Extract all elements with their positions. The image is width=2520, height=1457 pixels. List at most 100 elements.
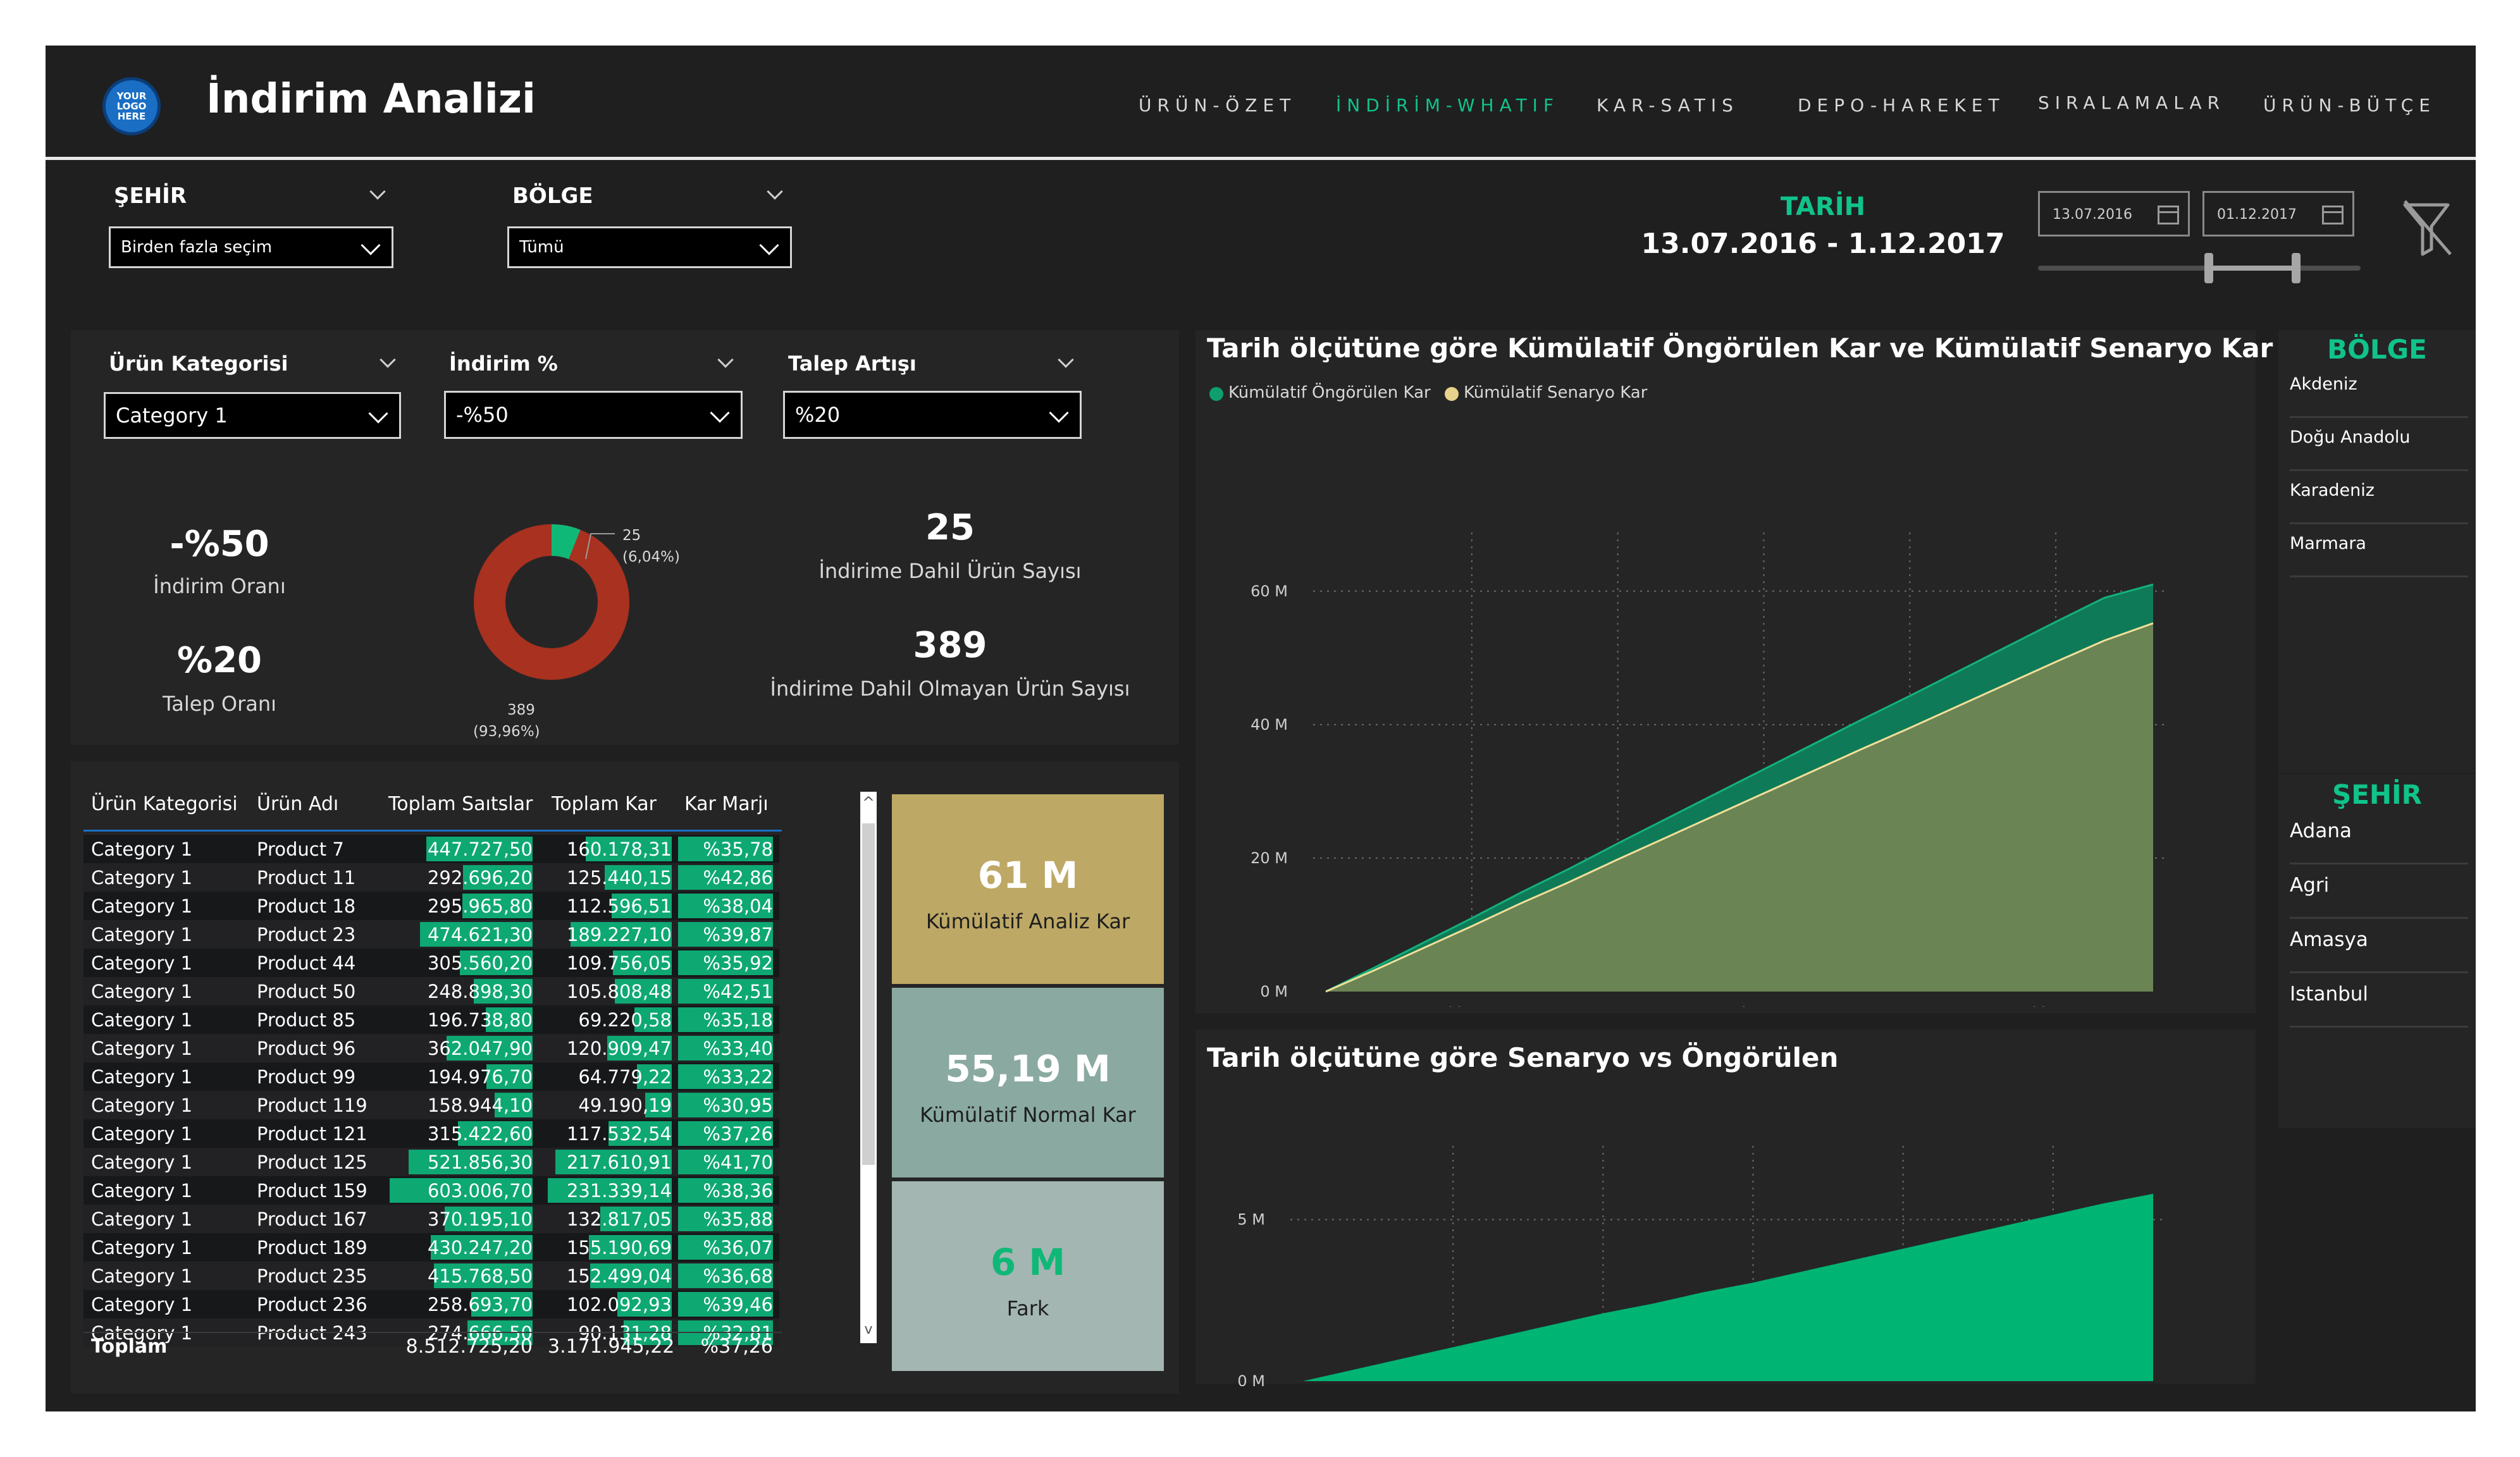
bolge-slicer-item[interactable]: Marmara xyxy=(2290,534,2467,553)
cell-toplam-kar: 160.178,31 xyxy=(566,839,672,860)
cell-kategori: Category 1 xyxy=(91,1095,193,1116)
cell-kar-marji: %38,04 xyxy=(703,895,773,917)
sehir-slicer-item[interactable]: Amasya xyxy=(2290,928,2467,951)
dahil-value: 25 xyxy=(925,507,975,548)
cumulative-area-chart: Eki 2016 Oca 2017 Nis 2017 Tem 2017 Eki 2017… xyxy=(1251,532,2166,1007)
cell-urun-adi: Product 119 xyxy=(257,1095,368,1116)
table-row[interactable]: Category 1 Product 125 521.856,30 217.610,9… xyxy=(83,1148,779,1176)
table-row[interactable]: Category 1 Product 236 258.693,70 102.092,9… xyxy=(83,1290,779,1319)
legend-label-senaryo[interactable]: Kümülatif Senaryo Kar xyxy=(1464,383,1647,402)
cell-toplam-satis: 196.738,80 xyxy=(427,1009,533,1031)
sehir-slicer-title: ŞEHİR xyxy=(2332,779,2423,810)
date-slider-track[interactable] xyxy=(2038,266,2361,271)
cell-kategori: Category 1 xyxy=(91,1038,193,1059)
cell-kar-marji: %42,86 xyxy=(703,867,773,888)
slicer-divider xyxy=(2290,469,2468,471)
card-label: Kümülatif Analiz Kar xyxy=(925,909,1130,933)
table-row[interactable]: Category 1 Product 11 292.696,20 125.440,15… xyxy=(83,863,779,892)
cell-kar-marji: %39,87 xyxy=(703,924,773,945)
table-row[interactable]: Category 1 Product 167 370.195,10 132.817,0… xyxy=(83,1205,779,1233)
scenario-area-chart: Eki 2016Oca 2017Nis 2017Tem 2017Eki 2017… xyxy=(1237,1146,2166,1386)
legend-label-ongorulen[interactable]: Kümülatif Öngörülen Kar xyxy=(1228,383,1431,402)
table-row[interactable]: Category 1 Product 96 362.047,90 120.909,47… xyxy=(83,1034,779,1062)
cell-urun-adi: Product 11 xyxy=(257,867,356,888)
cell-kategori: Category 1 xyxy=(91,867,193,888)
cell-toplam-kar: 155.190,69 xyxy=(566,1237,672,1258)
date-to-input[interactable]: 01.12.2017 xyxy=(2202,191,2354,237)
x-tick-label: Oca 2017 xyxy=(1581,1004,1655,1007)
bolge-slicer-item[interactable]: Karadeniz xyxy=(2290,481,2467,500)
date-slider-end-handle[interactable] xyxy=(2292,253,2301,283)
cell-toplam-kar: 132.817,05 xyxy=(566,1208,672,1230)
table-row[interactable]: Category 1 Product 23 474.621,30 189.227,10… xyxy=(83,920,779,949)
table-row[interactable]: Category 1 Product 159 603.006,70 231.339,1… xyxy=(83,1176,779,1205)
calendar-icon[interactable] xyxy=(2158,206,2179,224)
talep-dropdown[interactable]: %20 xyxy=(783,391,1082,439)
card-value: 55,19 M xyxy=(945,1047,1111,1090)
chart1-title: Tarih ölçütüne göre Kümülatif Öngörülen … xyxy=(1207,333,2273,364)
calendar-icon[interactable] xyxy=(2322,206,2344,224)
nav-tab-urun-butce[interactable]: ÜRÜN-BÜTÇE xyxy=(2263,95,2436,116)
talep-label: Talep Artışı xyxy=(788,352,917,376)
table-row[interactable]: Category 1 Product 50 248.898,30 105.808,48… xyxy=(83,977,779,1005)
table-row[interactable]: Category 1 Product 119 158.944,10 49.190,19… xyxy=(83,1091,779,1119)
cell-toplam-kar: 231.339,14 xyxy=(566,1180,672,1202)
slicer-divider xyxy=(2290,575,2468,577)
scroll-up-icon[interactable]: ^ xyxy=(862,793,875,812)
table-row[interactable]: Category 1 Product 85 196.738,80 69.220,58%… xyxy=(83,1005,779,1034)
slicer-divider xyxy=(2290,971,2468,973)
sehir-slicer-item[interactable]: Adana xyxy=(2290,820,2467,842)
cell-toplam-satis: 603.006,70 xyxy=(427,1180,533,1202)
table-row[interactable]: Category 1 Product 44 305.560,20 109.756,05… xyxy=(83,949,779,977)
filter-off-icon[interactable] xyxy=(2399,196,2455,259)
x-tick-label: Nis 2017 xyxy=(1731,1004,1798,1007)
cell-kategori: Category 1 xyxy=(91,839,193,860)
date-slider-start-handle[interactable] xyxy=(2204,253,2214,283)
table-scrollbar-thumb[interactable] xyxy=(862,823,875,1165)
cell-kar-marji: %35,88 xyxy=(703,1208,773,1230)
date-to-value: 01.12.2017 xyxy=(2217,207,2297,223)
table-row[interactable]: Category 1 Product 7 447.727,50 160.178,31%… xyxy=(83,835,779,863)
cell-kar-marji: %39,46 xyxy=(703,1294,773,1315)
table-row[interactable]: Category 1 Product 235 415.768,50 152.499,0… xyxy=(83,1262,779,1290)
nav-tab-urun-ozet[interactable]: ÜRÜN-ÖZET xyxy=(1139,95,1296,116)
chart2-title: Tarih ölçütüne göre Senaryo vs Öngörülen xyxy=(1207,1042,1839,1073)
cell-toplam-satis: 194.976,70 xyxy=(427,1066,533,1088)
cell-toplam-satis: 248.898,30 xyxy=(427,981,533,1002)
date-from-input[interactable]: 13.07.2016 xyxy=(2038,191,2190,237)
dashboard-frame: YOUR LOGO HERE İndirim Analizi ÜRÜN-ÖZET… xyxy=(46,46,2476,1411)
series-area-0 xyxy=(1303,1193,2153,1381)
cell-urun-adi: Product 7 xyxy=(257,839,344,860)
table-row[interactable]: Category 1 Product 99 194.976,70 64.779,22%… xyxy=(83,1062,779,1091)
cell-toplam-kar: 49.190,19 xyxy=(578,1095,672,1116)
cell-kategori: Category 1 xyxy=(91,952,193,974)
nav-tab-kar-satis[interactable]: KAR-SATIS xyxy=(1597,95,1739,116)
cell-toplam-kar: 189.227,10 xyxy=(566,924,672,945)
cell-urun-adi: Product 243 xyxy=(257,1322,368,1344)
cell-kategori: Category 1 xyxy=(91,924,193,945)
cell-toplam-kar: 102.092,93 xyxy=(566,1294,672,1315)
cell-urun-adi: Product 167 xyxy=(257,1208,368,1230)
table-row[interactable]: Category 1 Product 121 315.422,60 117.532,5… xyxy=(83,1119,779,1148)
table-row[interactable]: Category 1 Product 18 295.965,80 112.596,51… xyxy=(83,892,779,920)
cell-kategori: Category 1 xyxy=(91,1152,193,1173)
nav-tab-siralamalar[interactable]: SIRALAMALAR xyxy=(2038,92,2225,113)
sehir-slicer-item[interactable]: Agri xyxy=(2290,874,2467,897)
sehir-slicer-item[interactable]: Istanbul xyxy=(2290,983,2467,1005)
bolge-slicer-item[interactable]: Akdeniz xyxy=(2290,374,2467,394)
scroll-down-icon[interactable]: v xyxy=(862,1320,875,1339)
cell-toplam-kar: 64.779,22 xyxy=(578,1066,672,1088)
card-label: Fark xyxy=(1006,1296,1049,1320)
cell-toplam-kar: 105.808,48 xyxy=(566,981,672,1002)
cell-urun-adi: Product 189 xyxy=(257,1237,368,1258)
table-row[interactable]: Category 1 Product 189 430.247,20 155.190,6… xyxy=(83,1233,779,1262)
nav-tab-depo-hareket[interactable]: DEPO-HAREKET xyxy=(1798,95,2005,116)
cell-urun-adi: Product 96 xyxy=(257,1038,356,1059)
cell-toplam-kar: 69.220,58 xyxy=(578,1009,672,1031)
cell-kar-marji: %30,95 xyxy=(703,1095,773,1116)
nav-tab-indirim-whatif[interactable]: İNDİRİM-WHATIF xyxy=(1336,95,1559,116)
cell-kategori: Category 1 xyxy=(91,1123,193,1145)
bolge-slicer-item[interactable]: Doğu Anadolu xyxy=(2290,427,2467,447)
cell-kar-marji: %41,70 xyxy=(703,1152,773,1173)
cell-toplam-satis: 430.247,20 xyxy=(427,1237,533,1258)
